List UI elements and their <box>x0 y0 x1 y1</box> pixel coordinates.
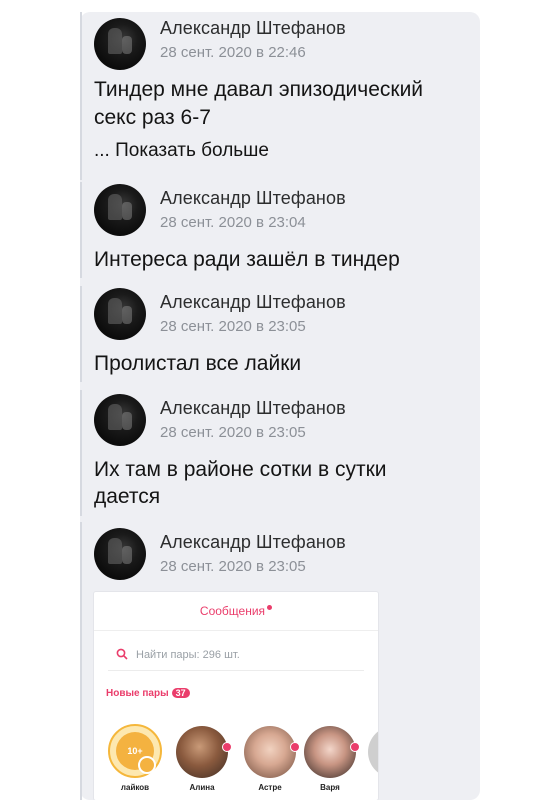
comment-text-line: секс раз 6-7 <box>94 106 211 129</box>
avatar[interactable] <box>94 288 146 340</box>
notification-dot <box>267 605 273 610</box>
divider <box>108 670 364 671</box>
new-pairs-header: Новые пары 37 <box>106 688 190 699</box>
avatar[interactable] <box>94 18 146 70</box>
show-more-link[interactable]: ... Показать больше <box>94 140 269 162</box>
comment-text-line: Интереса ради зашёл в тиндер <box>94 248 400 271</box>
post-date[interactable]: 28 сент. 2020 в 22:46 <box>160 44 306 61</box>
heart-icon <box>138 756 156 774</box>
match-name: Астре <box>258 783 282 792</box>
new-match-dot <box>350 742 360 752</box>
author-name[interactable]: Александр Штефанов <box>160 18 346 39</box>
new-match-dot <box>290 742 300 752</box>
thread-line <box>80 182 82 278</box>
thread-line <box>80 12 82 180</box>
new-pairs-count-badge: 37 <box>171 688 190 698</box>
match-avatar[interactable] <box>304 726 356 778</box>
match-avatar[interactable] <box>244 726 296 778</box>
post-date[interactable]: 28 сент. 2020 в 23:04 <box>160 214 306 231</box>
match-name: лайков <box>120 783 150 792</box>
author-name[interactable]: Александр Штефанов <box>160 532 346 553</box>
new-pairs-label: Новые пары <box>106 688 169 699</box>
avatar[interactable] <box>94 528 146 580</box>
comment-post: Александр Штефанов 28 сент. 2020 в 23:05… <box>80 390 480 516</box>
comment-post: Александр Штефанов 28 сент. 2020 в 23:04… <box>80 182 480 278</box>
new-match-dot <box>222 742 232 752</box>
match-name: Варя <box>320 783 340 792</box>
search-icon <box>116 648 128 660</box>
avatar[interactable] <box>94 184 146 236</box>
comment-post: Александр Штефанов 28 сент. 2020 в 23:05… <box>80 286 480 382</box>
thread-line <box>80 390 82 516</box>
thread-line <box>80 522 82 800</box>
post-date[interactable]: 28 сент. 2020 в 23:05 <box>160 318 306 335</box>
comment-text-line: дается <box>94 485 161 508</box>
search-input[interactable]: Найти пары: 296 шт. <box>136 649 240 661</box>
attached-image[interactable]: Сообщения Найти пары: 296 шт. Новые пары… <box>94 592 378 800</box>
post-date[interactable]: 28 сент. 2020 в 23:05 <box>160 558 306 575</box>
thread-line <box>80 286 82 382</box>
comment-text-line: Их там в районе сотки в сутки <box>94 458 387 481</box>
author-name[interactable]: Александр Штефанов <box>160 398 346 419</box>
messages-title: Сообщения <box>94 604 378 618</box>
comment-text-line: Пролистал все лайки <box>94 352 302 375</box>
comment-post: Александр Штефанов 28 сент. 2020 в 22:46… <box>80 12 480 180</box>
avatar[interactable] <box>94 394 146 446</box>
match-avatar[interactable] <box>176 726 228 778</box>
match-name: Алина <box>189 783 215 792</box>
messages-title-text: Сообщения <box>199 604 266 618</box>
comment-text-line: Тиндер мне давал эпизодический <box>94 78 424 101</box>
divider <box>94 630 378 631</box>
author-name[interactable]: Александр Штефанов <box>160 188 346 209</box>
match-avatar[interactable] <box>368 726 378 778</box>
post-date[interactable]: 28 сент. 2020 в 23:05 <box>160 424 306 441</box>
author-name[interactable]: Александр Штефанов <box>160 292 346 313</box>
